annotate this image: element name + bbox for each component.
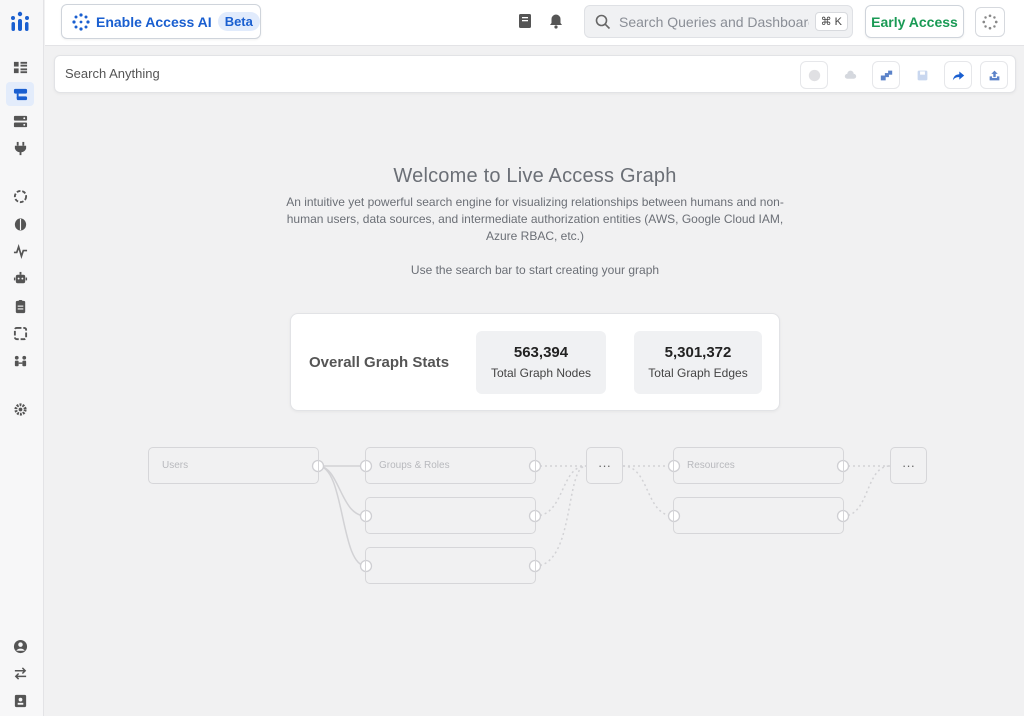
sidebar-item-activity[interactable] [6, 239, 34, 263]
graph-node-resources-label: Resources [687, 460, 735, 471]
save-icon [917, 70, 927, 80]
welcome-section: Welcome to Live Access Graph An intuitiv… [280, 165, 790, 277]
total-nodes-value: 563,394 [513, 344, 569, 361]
graph-node-placeholder [673, 497, 844, 534]
sidebar-item-integrations[interactable] [6, 136, 34, 160]
sparkle-dots-icon [982, 14, 998, 30]
docs-book-icon[interactable] [517, 13, 533, 29]
notification-bell-icon[interactable] [548, 13, 564, 29]
search-icon [595, 14, 611, 29]
enable-access-ai-label: Enable Access AI [96, 13, 212, 30]
aperture-icon [13, 189, 27, 203]
graph-stats-card: Overall Graph Stats 563,394 Total Graph … [290, 313, 780, 411]
sidebar-item-settings[interactable] [6, 397, 34, 421]
sidebar-item-automation[interactable] [6, 266, 34, 290]
share-button[interactable] [944, 61, 972, 89]
sidebar-item-workflows[interactable] [6, 321, 34, 345]
id-badge-icon [14, 694, 26, 707]
swap-arrows-icon [14, 666, 26, 680]
search-queries-input[interactable] [619, 13, 809, 30]
sidebar-item-profile[interactable] [6, 634, 34, 658]
total-edges-stat: 5,301,372 Total Graph Edges [634, 331, 762, 394]
sidebar-item-dashboard[interactable] [6, 55, 34, 79]
sidebar-item-apps[interactable] [6, 184, 34, 208]
sidebar-item-reviews[interactable] [6, 294, 34, 318]
user-circle-icon [13, 639, 27, 653]
cloud-icon [844, 70, 856, 79]
graph-node-resources: Resources [673, 447, 844, 484]
gear-icon [13, 402, 27, 416]
welcome-subtitle: An intuitive yet powerful search engine … [286, 195, 784, 243]
sidebar-item-inventory[interactable] [6, 109, 34, 133]
graph-node-placeholder [365, 497, 536, 534]
save-button[interactable] [908, 61, 936, 89]
graph-search-bar [54, 55, 1016, 93]
total-edges-label: Total Graph Edges [648, 366, 748, 380]
list-view-icon [13, 61, 27, 73]
total-nodes-label: Total Graph Nodes [490, 366, 592, 380]
graph-node-users-label: Users [162, 460, 189, 471]
graph-node-users: Users [148, 447, 319, 484]
plug-icon [14, 141, 26, 155]
sidebar-item-identities[interactable] [6, 349, 34, 373]
history-button[interactable] [800, 61, 828, 89]
beta-badge: Beta [217, 12, 260, 31]
graph-more-node: ··· [586, 447, 623, 484]
early-access-button[interactable]: Early Access [865, 5, 964, 38]
welcome-title: Welcome to Live Access Graph [393, 165, 677, 187]
total-edges-value: 5,301,372 [664, 344, 732, 361]
graph-more-node: ··· [890, 447, 927, 484]
total-nodes-stat: 563,394 Total Graph Nodes [476, 331, 606, 394]
cycle-icon [13, 326, 27, 340]
activity-pulse-icon [13, 243, 27, 259]
graph-node-groups-roles-label: Groups & Roles [379, 460, 450, 471]
upload-tray-icon [989, 70, 999, 80]
access-graph-icon [13, 88, 27, 100]
ai-settings-button[interactable] [975, 7, 1005, 37]
robot-icon [13, 271, 27, 283]
cloud-button[interactable] [836, 61, 864, 89]
top-bar: Enable Access AI Beta ⌘ K Early Access [45, 0, 1024, 46]
enable-access-ai-button[interactable]: Enable Access AI Beta [61, 4, 261, 39]
export-button[interactable] [980, 61, 1008, 89]
ai-sparkle-icon [72, 12, 90, 31]
sidebar-item-switch-org[interactable] [6, 661, 34, 685]
search-anything-input[interactable] [65, 66, 665, 81]
app-logo-icon[interactable] [9, 11, 31, 33]
layout-button[interactable] [872, 61, 900, 89]
welcome-hint: Use the search bar to start creating you… [410, 263, 660, 277]
graph-node-placeholder [365, 547, 536, 584]
shortcut-badge: ⌘ K [814, 12, 848, 31]
nodes-layout-icon [880, 70, 892, 80]
graph-node-groups-roles: Groups & Roles [365, 447, 536, 484]
clipboard-icon [15, 299, 25, 313]
sidebar-item-insights[interactable] [6, 212, 34, 236]
search-queries-box[interactable]: ⌘ K [584, 5, 853, 38]
brain-icon [14, 217, 26, 231]
server-icon [13, 115, 27, 127]
sidebar-item-access-graph[interactable] [6, 82, 34, 106]
sidebar [0, 0, 44, 716]
people-icon [14, 355, 26, 366]
clock-icon [808, 69, 820, 81]
graph-stats-title: Overall Graph Stats [309, 354, 450, 371]
sidebar-item-account[interactable] [6, 688, 34, 712]
share-arrow-icon [952, 70, 964, 80]
